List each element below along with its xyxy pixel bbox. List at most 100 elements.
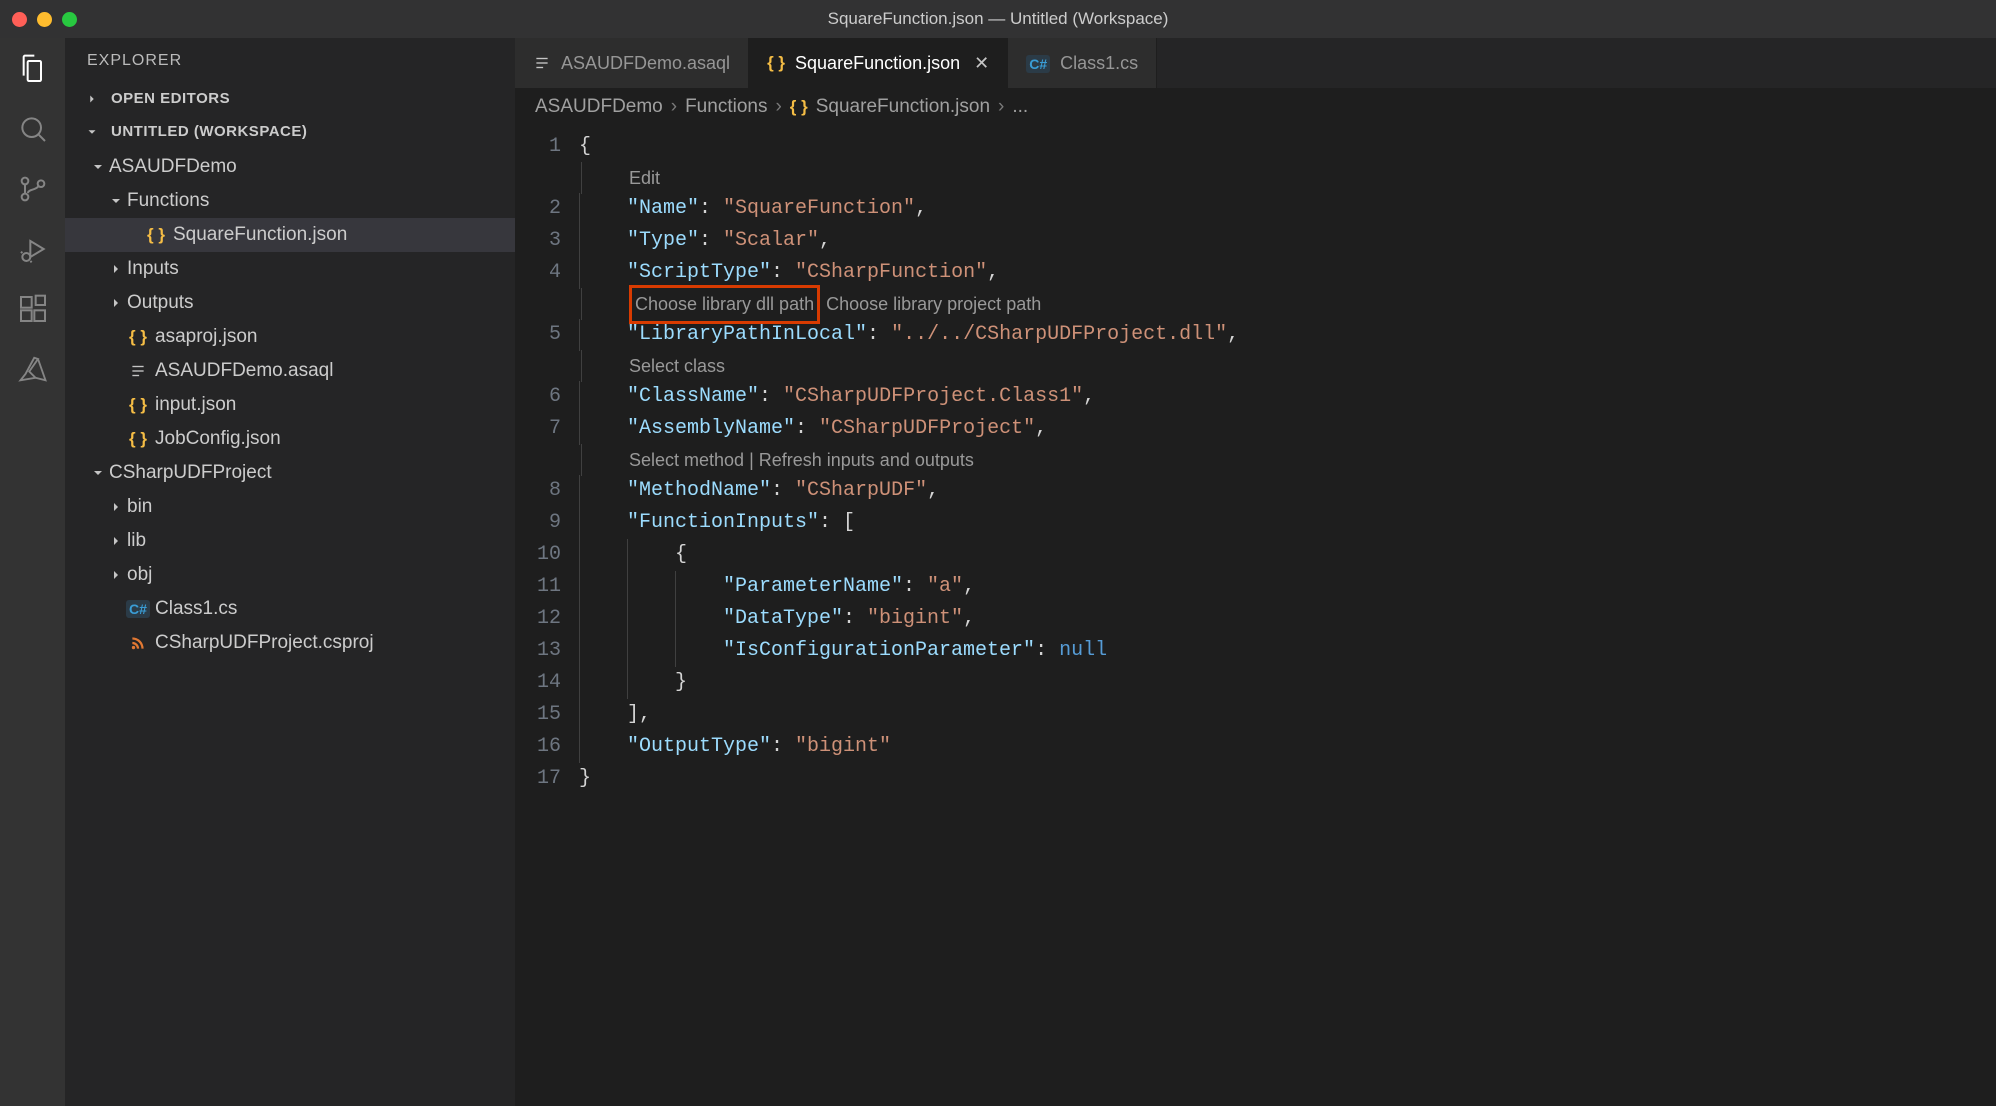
chevron-right-icon bbox=[105, 533, 127, 549]
breadcrumb-item[interactable]: ASAUDFDemo bbox=[535, 96, 663, 118]
tree-label: CSharpUDFProject.csproj bbox=[155, 632, 374, 654]
sidebar: EXPLORER OPEN EDITORS UNTITLED (WORKSPAC… bbox=[65, 38, 515, 1106]
tree-folder-obj[interactable]: obj bbox=[65, 558, 515, 592]
explorer-icon[interactable] bbox=[16, 52, 50, 86]
code-value: "CSharpUDFProject" bbox=[819, 413, 1035, 445]
code-area[interactable]: { Edit "Name": "SquareFunction", "Type":… bbox=[579, 127, 1996, 1106]
tree-label: Functions bbox=[127, 190, 209, 212]
close-window[interactable] bbox=[12, 12, 27, 27]
tree-label: asaproj.json bbox=[155, 326, 257, 348]
line-number: 15 bbox=[515, 699, 561, 731]
code-key: "OutputType" bbox=[627, 731, 771, 763]
azure-icon[interactable] bbox=[16, 352, 50, 386]
chevron-right-icon bbox=[105, 295, 127, 311]
breadcrumbs[interactable]: ASAUDFDemo › Functions › { } SquareFunct… bbox=[515, 88, 1996, 127]
line-number: 12 bbox=[515, 603, 561, 635]
close-icon[interactable]: ✕ bbox=[974, 53, 989, 74]
tree-file-input-json[interactable]: { } input.json bbox=[65, 388, 515, 422]
breadcrumb-item[interactable]: ... bbox=[1012, 96, 1028, 118]
file-icon bbox=[533, 54, 551, 72]
line-number: 17 bbox=[515, 763, 561, 795]
extensions-icon[interactable] bbox=[16, 292, 50, 326]
open-editors-header[interactable]: OPEN EDITORS bbox=[65, 82, 515, 115]
tree-folder-asaudf[interactable]: ASAUDFDemo bbox=[65, 150, 515, 184]
line-number: 2 bbox=[515, 193, 561, 225]
tree-folder-outputs[interactable]: Outputs bbox=[65, 286, 515, 320]
tree-file-asaql[interactable]: ASAUDFDemo.asaql bbox=[65, 354, 515, 388]
line-number: 8 bbox=[515, 475, 561, 507]
tree-label: Class1.cs bbox=[155, 598, 237, 620]
code-value: "SquareFunction" bbox=[723, 193, 915, 225]
line-number: 5 bbox=[515, 319, 561, 351]
tab-bar: ASAUDFDemo.asaql { } SquareFunction.json… bbox=[515, 38, 1996, 88]
line-number: 13 bbox=[515, 635, 561, 667]
code-key: "DataType" bbox=[723, 603, 843, 635]
code-text: { bbox=[579, 131, 591, 163]
code-value: "a" bbox=[927, 571, 963, 603]
line-number: 9 bbox=[515, 507, 561, 539]
project-icon bbox=[127, 634, 149, 652]
codelens-choose-dll[interactable]: Choose library dll path bbox=[629, 285, 820, 324]
tree-label: ASAUDFDemo.asaql bbox=[155, 360, 333, 382]
codelens-select-class[interactable]: Select class bbox=[629, 350, 725, 382]
code-key: "Type" bbox=[627, 225, 699, 257]
tree-file-jobconfig[interactable]: { } JobConfig.json bbox=[65, 422, 515, 456]
editor-zone: ASAUDFDemo.asaql { } SquareFunction.json… bbox=[515, 38, 1996, 1106]
tree-label: Inputs bbox=[127, 258, 179, 280]
tree-label: Outputs bbox=[127, 292, 194, 314]
code-key: "AssemblyName" bbox=[627, 413, 795, 445]
workspace-header[interactable]: UNTITLED (WORKSPACE) bbox=[65, 115, 515, 148]
code-value: "bigint" bbox=[795, 731, 891, 763]
chevron-right-icon: › bbox=[998, 96, 1004, 118]
tab-label: SquareFunction.json bbox=[795, 53, 960, 74]
activity-bar bbox=[0, 38, 65, 1106]
chevron-right-icon bbox=[105, 261, 127, 277]
tree-folder-bin[interactable]: bin bbox=[65, 490, 515, 524]
tree-label: bin bbox=[127, 496, 152, 518]
gutter: 1 2 3 4 5 6 7 8 9 10 11 12 13 14 15 16 bbox=[515, 127, 579, 1106]
codelens-choose-project[interactable]: Choose library project path bbox=[826, 288, 1041, 320]
codelens-edit[interactable]: Edit bbox=[629, 162, 660, 194]
tree-folder-lib[interactable]: lib bbox=[65, 524, 515, 558]
json-icon: { } bbox=[127, 429, 149, 449]
code-value: "Scalar" bbox=[723, 225, 819, 257]
tree-file-squarefunction[interactable]: { } SquareFunction.json bbox=[65, 218, 515, 252]
code-key: "LibraryPathInLocal" bbox=[627, 319, 867, 351]
breadcrumb-item[interactable]: SquareFunction.json bbox=[816, 96, 990, 118]
sidebar-title: EXPLORER bbox=[65, 38, 515, 82]
search-icon[interactable] bbox=[16, 112, 50, 146]
chevron-right-icon bbox=[105, 499, 127, 515]
tree-file-csproj[interactable]: CSharpUDFProject.csproj bbox=[65, 626, 515, 660]
tree-file-asaproj[interactable]: { } asaproj.json bbox=[65, 320, 515, 354]
tab-asaql[interactable]: ASAUDFDemo.asaql bbox=[515, 38, 749, 88]
tree-folder-csharp-project[interactable]: CSharpUDFProject bbox=[65, 456, 515, 490]
zoom-window[interactable] bbox=[62, 12, 77, 27]
tab-class1[interactable]: C# Class1.cs bbox=[1008, 38, 1157, 88]
tab-squarefunction[interactable]: { } SquareFunction.json ✕ bbox=[749, 38, 1008, 88]
tree-file-class1[interactable]: C# Class1.cs bbox=[65, 592, 515, 626]
chevron-down-icon bbox=[87, 159, 109, 175]
line-number: 3 bbox=[515, 225, 561, 257]
tree-folder-inputs[interactable]: Inputs bbox=[65, 252, 515, 286]
source-control-icon[interactable] bbox=[16, 172, 50, 206]
tree-folder-functions[interactable]: Functions bbox=[65, 184, 515, 218]
line-number: 11 bbox=[515, 571, 561, 603]
code-key: "IsConfigurationParameter" bbox=[723, 635, 1035, 667]
editor-body[interactable]: 1 2 3 4 5 6 7 8 9 10 11 12 13 14 15 16 bbox=[515, 127, 1996, 1106]
line-number: 16 bbox=[515, 731, 561, 763]
chevron-right-icon bbox=[81, 92, 103, 106]
tree-label: input.json bbox=[155, 394, 236, 416]
file-icon bbox=[127, 362, 149, 380]
json-icon: { } bbox=[145, 225, 167, 245]
code-value: "CSharpFunction" bbox=[795, 257, 987, 289]
run-debug-icon[interactable] bbox=[16, 232, 50, 266]
tree-label: JobConfig.json bbox=[155, 428, 281, 450]
window-title: SquareFunction.json — Untitled (Workspac… bbox=[828, 9, 1169, 29]
line-number: 7 bbox=[515, 413, 561, 445]
tree-label: ASAUDFDemo bbox=[109, 156, 237, 178]
breadcrumb-item[interactable]: Functions bbox=[685, 96, 767, 118]
chevron-down-icon bbox=[81, 125, 103, 139]
codelens-select-method[interactable]: Select method | Refresh inputs and outpu… bbox=[629, 444, 974, 476]
minimize-window[interactable] bbox=[37, 12, 52, 27]
chevron-right-icon: › bbox=[671, 96, 677, 118]
